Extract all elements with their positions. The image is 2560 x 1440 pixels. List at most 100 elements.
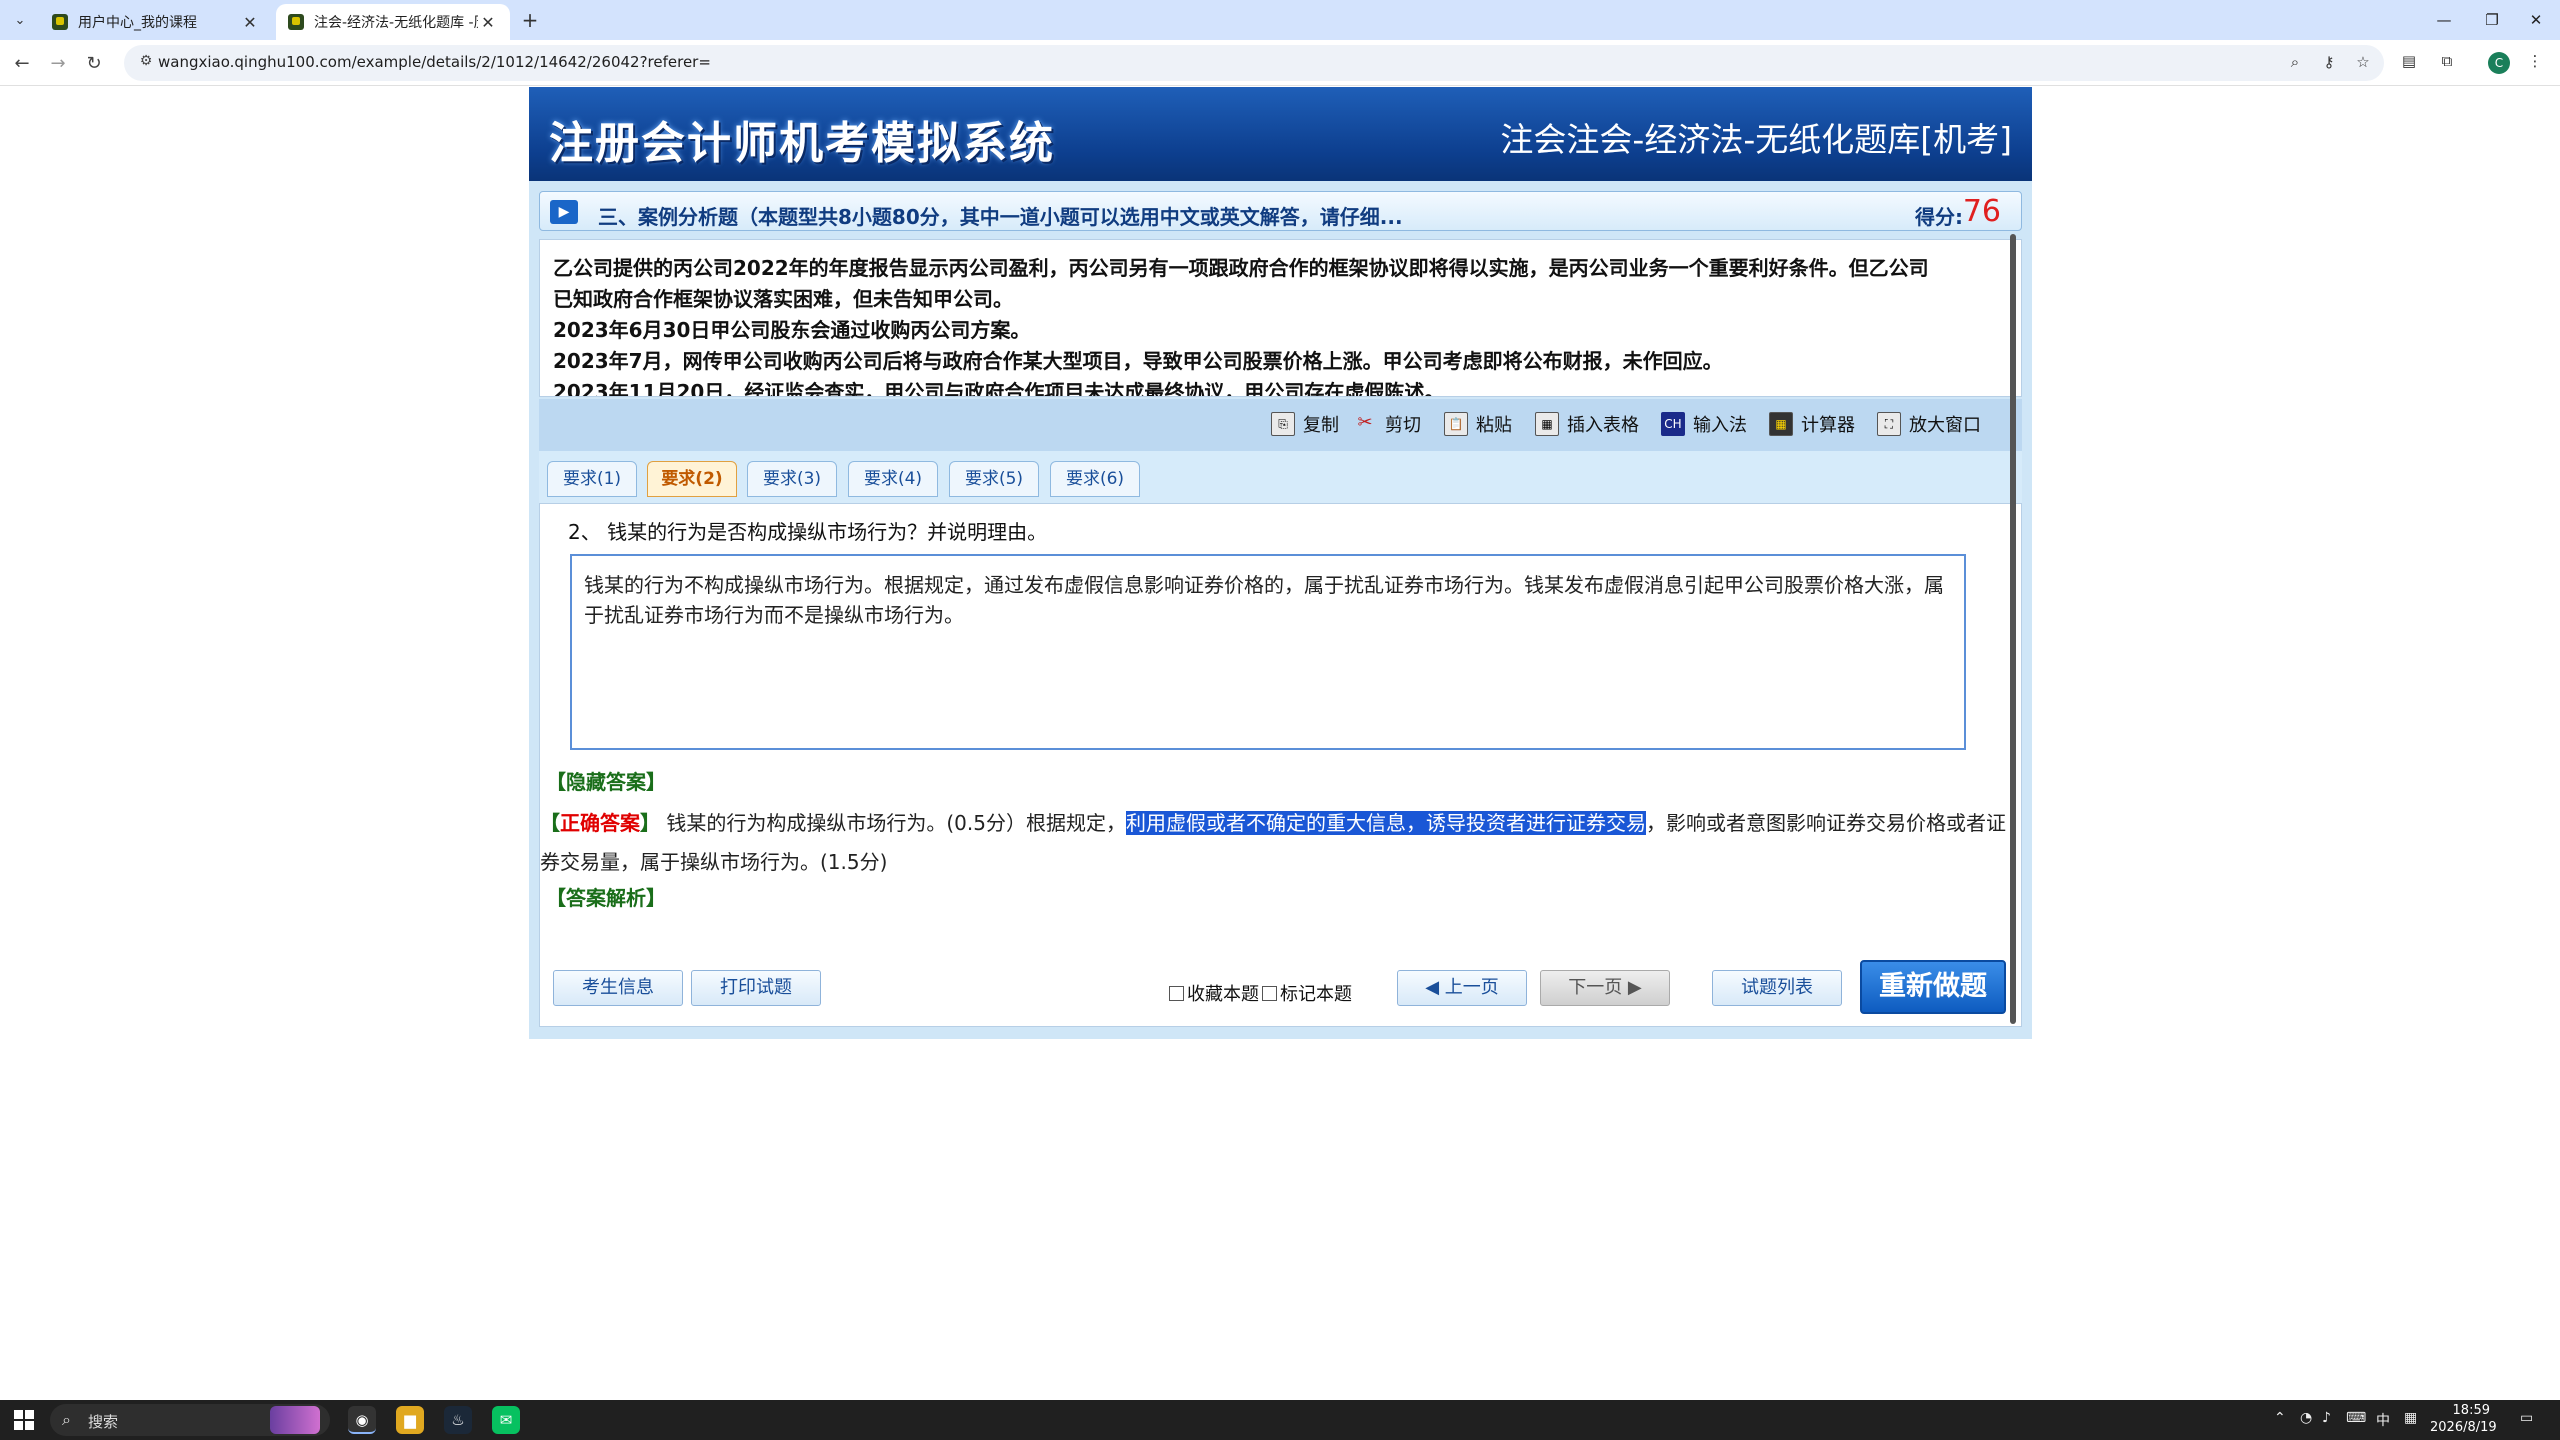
windows-start-icon[interactable]	[14, 1410, 34, 1430]
bracket: 】	[640, 811, 660, 835]
tab-search-chevron-icon[interactable]: ⌄	[8, 8, 32, 32]
copy-tool[interactable]: ⎘ 复制	[1271, 411, 1339, 437]
tab-groups-icon[interactable]: ▤	[2398, 52, 2420, 74]
tab-requirement-1[interactable]: 要求(1)	[547, 461, 637, 497]
notification-icon[interactable]: ▭	[2520, 1410, 2533, 1426]
forward-arrow-icon[interactable]: →	[44, 49, 72, 77]
material-line: 2023年6月30日甲公司股东会通过收购丙公司方案。	[553, 318, 1031, 342]
left-triangle-icon: ◀	[1425, 977, 1445, 998]
taskbar: ⌕ 搜索 ◉ ▆ ♨ ✉ ⌃ ◔ ♪ ⌨ 中 ▦ 18:59 2026/8/19…	[0, 1400, 2560, 1440]
prev-page-button[interactable]: ◀ 上一页	[1397, 970, 1527, 1006]
question-text: 2、 钱某的行为是否构成操纵市场行为？并说明理由。	[568, 520, 1048, 544]
favorite-checkbox[interactable]: 收藏本题	[1169, 980, 1259, 1006]
insert-table-label: 插入表格	[1567, 415, 1639, 436]
browser-tab-bar: ⌄ 用户中心_我的课程 ✕ 注会-经济法-无纸化题库 -历年 ✕ + — ❐ ✕	[0, 0, 2560, 40]
ch-ime-icon: CH	[1661, 412, 1685, 436]
insert-table-tool[interactable]: ▦ 插入表格	[1535, 411, 1639, 437]
redo-button[interactable]: 重新做题	[1860, 960, 2006, 1014]
material-line: 2023年11月20日，经证监会查实，甲公司与政府合作项目未达成最终协议，甲公司…	[553, 380, 1445, 397]
tab-requirement-4[interactable]: 要求(4)	[848, 461, 938, 497]
question-body: 2、 钱某的行为是否构成操纵市场行为？并说明理由。 钱某的行为不构成操纵市场行为…	[539, 234, 2022, 1027]
zoom-icon[interactable]: ⌕	[2284, 53, 2306, 75]
paste-icon: 📋	[1444, 412, 1468, 436]
calculator-icon: ▦	[1769, 412, 1793, 436]
extensions-puzzle-icon[interactable]: ⧉	[2436, 52, 2458, 74]
answer-textarea[interactable]: 钱某的行为不构成操纵市场行为。根据规定，通过发布虚假信息影响证券价格的，属于扰乱…	[570, 554, 1966, 750]
paste-tool[interactable]: 📋 粘贴	[1444, 411, 1512, 437]
menu-dots-icon[interactable]: ⋮	[2524, 52, 2546, 74]
password-key-icon[interactable]: ⚷	[2318, 53, 2340, 75]
system-title: 注册会计师机考模拟系统	[549, 118, 1055, 169]
file-explorer-icon[interactable]: ▆	[396, 1406, 424, 1434]
material-line: 2023年7月，网传甲公司收购丙公司后将与政府合作某大型项目，导致甲公司股票价格…	[553, 349, 1723, 373]
enlarge-window-label: 放大窗口	[1909, 415, 1981, 436]
question-list-button[interactable]: 试题列表	[1712, 970, 1842, 1006]
correct-answer-label: 正确答案	[560, 811, 640, 835]
banner: 注册会计师机考模拟系统 注会注会-经济法-无纸化题库[机考]	[529, 87, 2032, 181]
checkbox-box[interactable]	[1169, 985, 1184, 1001]
volume-icon[interactable]: ♪	[2322, 1410, 2331, 1426]
tab-requirement-6[interactable]: 要求(6)	[1050, 461, 1140, 497]
tab-title: 用户中心_我的课程	[78, 15, 197, 31]
calculator-tool[interactable]: ▦ 计算器	[1769, 411, 1855, 437]
site-info-icon[interactable]: ⚙	[136, 53, 156, 73]
ime-mode-icon[interactable]: ▦	[2404, 1410, 2417, 1426]
correct-answer-text: 钱某的行为构成操纵市场行为。(0.5分）根据规定，	[660, 811, 1126, 835]
clock-date: 2026/8/19	[2430, 1420, 2497, 1435]
tab-requirement-3[interactable]: 要求(3)	[747, 461, 837, 497]
window-close-icon[interactable]: ✕	[2508, 0, 2560, 40]
tab-close-icon[interactable]: ✕	[478, 13, 498, 32]
keyboard-icon[interactable]: ⌨	[2346, 1410, 2366, 1426]
site-favicon-icon	[288, 14, 304, 30]
tab-close-icon[interactable]: ✕	[240, 13, 260, 32]
copy-icon: ⎘	[1271, 412, 1295, 436]
right-triangle-icon: ▶	[1622, 977, 1642, 998]
scissors-icon: ✂	[1357, 412, 1373, 433]
mark-checkbox[interactable]: 标记本题	[1262, 980, 1352, 1006]
bracket: 【	[540, 811, 560, 835]
reload-icon[interactable]: ↻	[80, 49, 108, 77]
clock-time: 18:59	[2452, 1403, 2490, 1418]
tab-requirement-2[interactable]: 要求(2)	[647, 461, 737, 497]
hide-answer-link[interactable]: 【隐藏答案】	[546, 766, 666, 795]
network-icon[interactable]: ◔	[2300, 1410, 2312, 1426]
system-clock[interactable]: 18:59 2026/8/19	[2430, 1402, 2497, 1436]
page-scrollbar[interactable]	[2007, 234, 2019, 1024]
mark-label: 标记本题	[1280, 984, 1352, 1005]
taskbar-search[interactable]: ⌕ 搜索	[50, 1404, 330, 1436]
checkbox-box[interactable]	[1262, 985, 1277, 1001]
candidate-info-button[interactable]: 考生信息	[553, 970, 683, 1006]
tray-chevron-icon[interactable]: ⌃	[2274, 1410, 2286, 1426]
chrome-icon[interactable]: ◉	[348, 1406, 376, 1434]
copy-label: 复制	[1303, 415, 1339, 436]
cut-tool[interactable]: ✂ 剪切	[1353, 411, 1421, 437]
input-method-label: 输入法	[1693, 415, 1747, 436]
next-page-button[interactable]: 下一页 ▶	[1540, 970, 1670, 1006]
browser-tab-2-active[interactable]: 注会-经济法-无纸化题库 -历年 ✕	[276, 4, 510, 40]
exam-subject-title: 注会注会-经济法-无纸化题库[机考]	[1500, 120, 2012, 159]
case-material-panel[interactable]: 乙公司提供的丙公司2022年的年度报告显示丙公司盈利，丙公司另有一项跟政府合作的…	[539, 239, 2022, 397]
ime-indicator[interactable]: 中	[2376, 1410, 2390, 1430]
back-arrow-icon[interactable]: ←	[8, 49, 36, 77]
print-button[interactable]: 打印试题	[691, 970, 821, 1006]
browser-tab-1[interactable]: 用户中心_我的课程 ✕	[40, 4, 272, 40]
next-label: 下一页	[1568, 977, 1623, 998]
address-bar[interactable]: ⚙ wangxiao.qinghu100.com/example/details…	[124, 45, 2384, 81]
enlarge-window-tool[interactable]: ⛶ 放大窗口	[1877, 411, 1981, 437]
table-grid-icon: ▦	[1535, 412, 1559, 436]
exam-app: 注册会计师机考模拟系统 注会注会-经济法-无纸化题库[机考] ▶ 三、案例分析题…	[529, 87, 2032, 1039]
url-text[interactable]: wangxiao.qinghu100.com/example/details/2…	[158, 53, 711, 71]
wechat-icon[interactable]: ✉	[492, 1406, 520, 1434]
steam-icon[interactable]: ♨	[444, 1406, 472, 1434]
tab-title: 注会-经济法-无纸化题库 -历年	[314, 15, 478, 31]
input-method-tool[interactable]: CH 输入法	[1661, 411, 1747, 437]
profile-avatar[interactable]: C	[2488, 52, 2510, 74]
bookmark-star-icon[interactable]: ☆	[2352, 53, 2374, 75]
new-tab-plus-icon[interactable]: +	[518, 9, 542, 33]
tab-requirement-5[interactable]: 要求(5)	[949, 461, 1039, 497]
correct-answer: 【正确答案】 钱某的行为构成操纵市场行为。(0.5分）根据规定，利用虚假或者不确…	[540, 804, 2010, 882]
browser-toolbar: ← → ↻ ⚙ wangxiao.qinghu100.com/example/d…	[0, 40, 2560, 86]
answer-analysis-label[interactable]: 【答案解析】	[546, 882, 666, 911]
material-line: 乙公司提供的丙公司2022年的年度报告显示丙公司盈利，丙公司另有一项跟政府合作的…	[553, 256, 1929, 280]
expand-icon: ⛶	[1877, 412, 1901, 436]
